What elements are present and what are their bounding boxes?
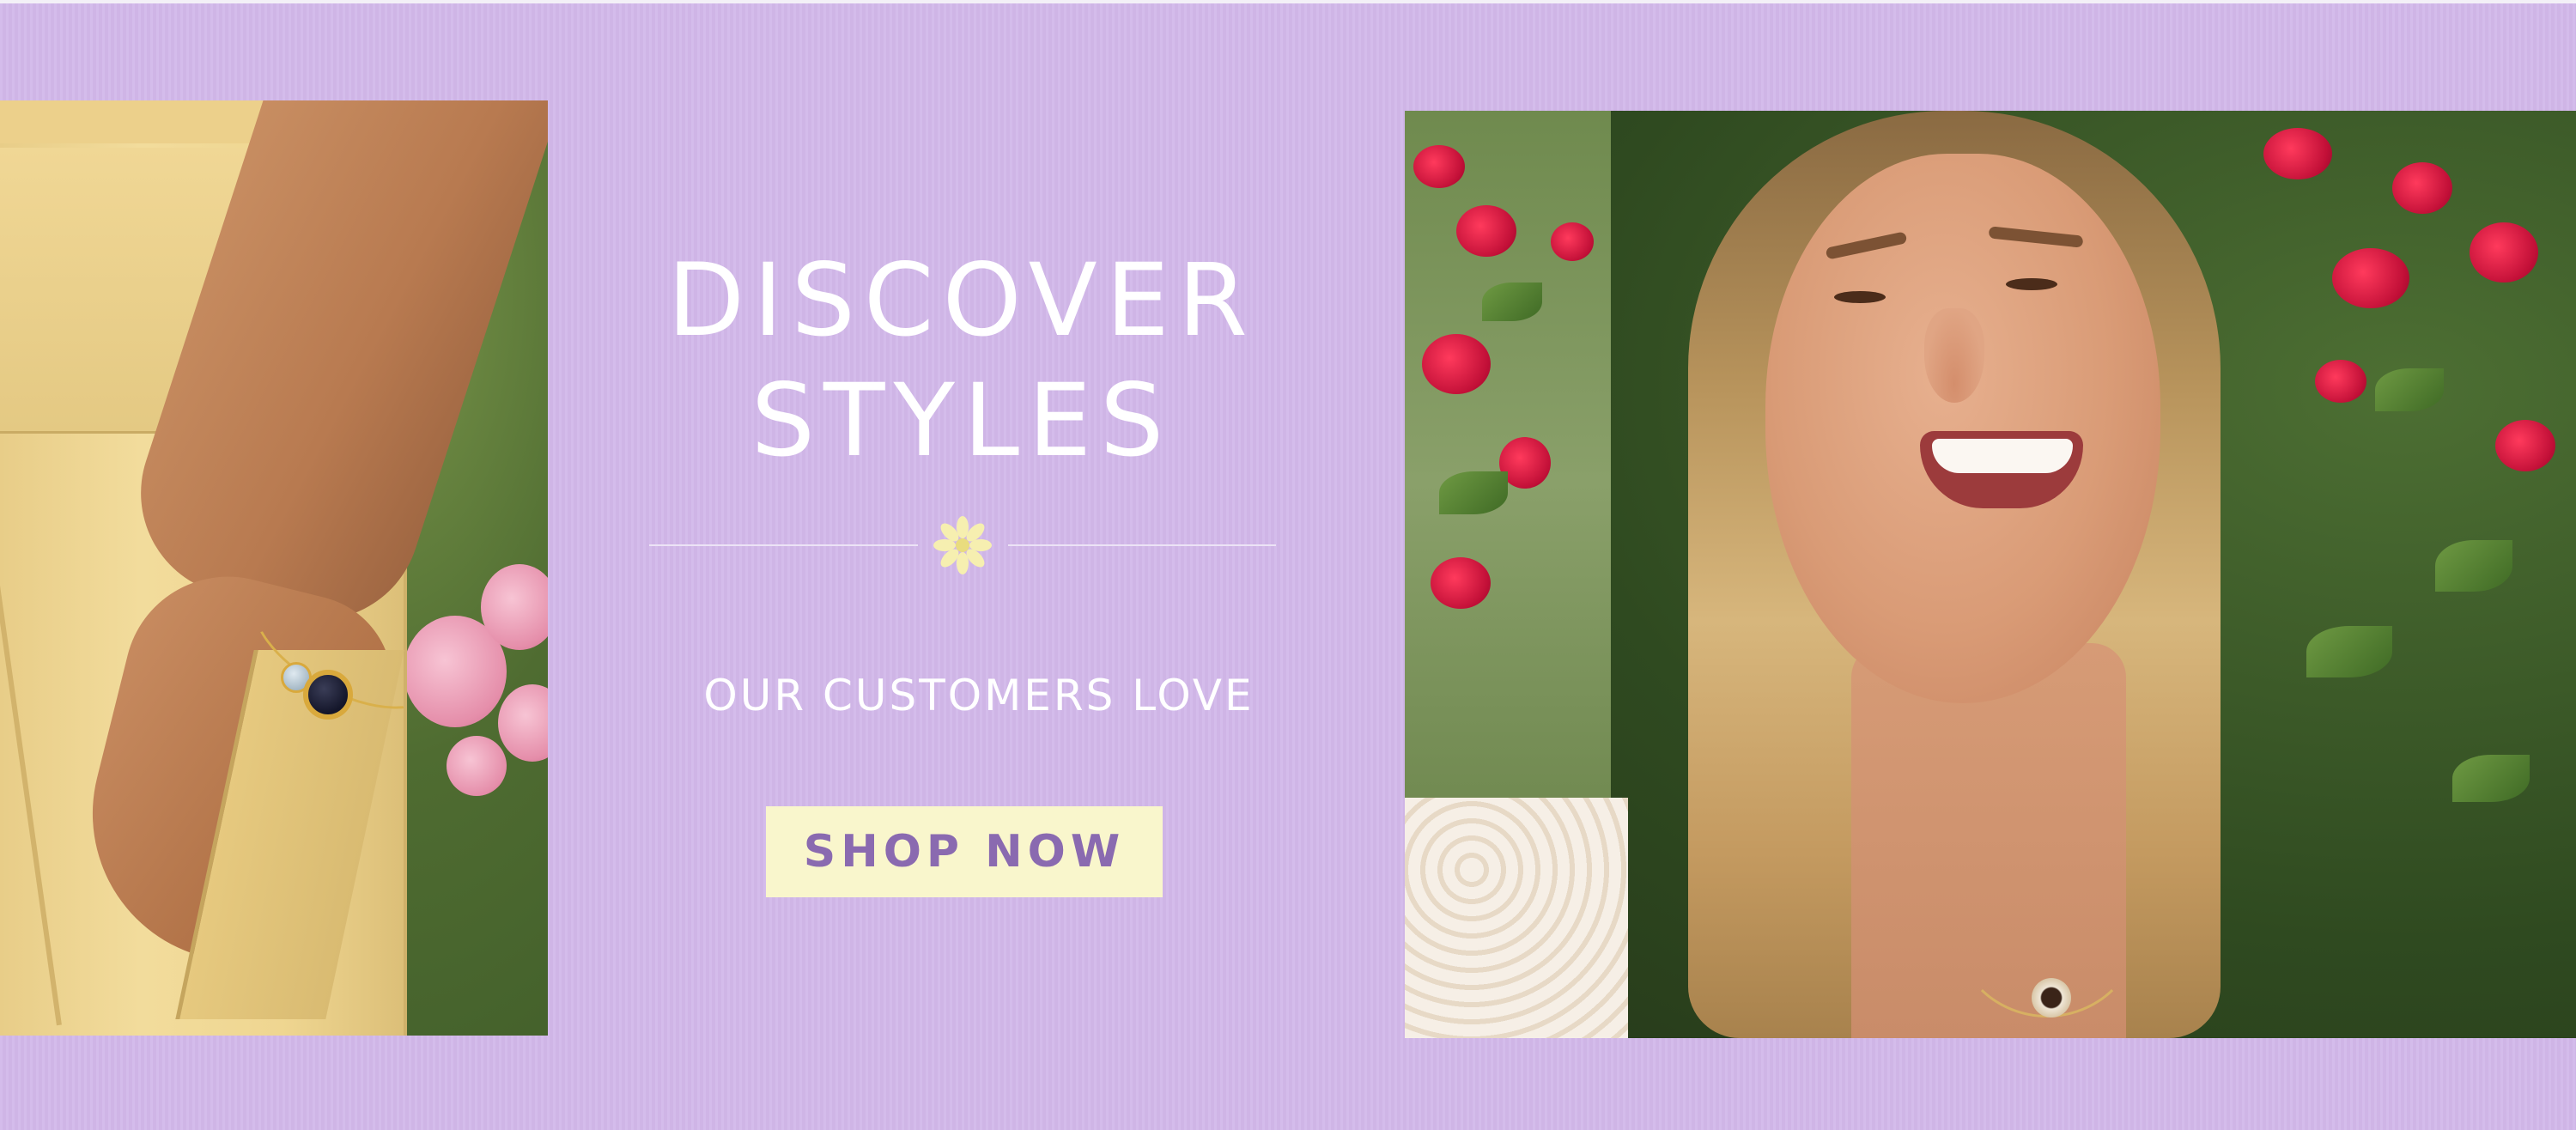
- shop-now-button[interactable]: SHOP NOW: [766, 806, 1163, 897]
- promo-banner: DISCOVER STYLES OUR CUSTOMERS LOVE SHOP …: [0, 0, 2576, 1130]
- headline-line-1: DISCOVER: [667, 241, 1256, 359]
- red-bougainvillea: [1422, 334, 1491, 394]
- teeth: [1932, 439, 2073, 473]
- red-bougainvillea: [2495, 420, 2555, 471]
- smiling-woman-necklace-photo[interactable]: [1405, 111, 2576, 1038]
- red-bougainvillea: [2263, 128, 2332, 179]
- green-leaf: [2435, 540, 2512, 592]
- red-bougainvillea: [1431, 557, 1491, 609]
- flower-pendant: [2032, 978, 2071, 1018]
- pink-flower: [447, 736, 507, 796]
- red-bougainvillea: [1456, 205, 1516, 257]
- headline: DISCOVER STYLES: [635, 240, 1288, 481]
- headline-line-2: STYLES: [750, 361, 1173, 479]
- subheadline: OUR CUSTOMERS LOVE: [703, 671, 1255, 720]
- top-edge: [0, 0, 2576, 3]
- red-bougainvillea: [2392, 162, 2452, 214]
- bracelet-stone-charm: [303, 670, 353, 720]
- divider-line-right: [1008, 544, 1276, 546]
- eye: [1834, 291, 1886, 303]
- red-bougainvillea: [1413, 145, 1465, 188]
- divider-line-left: [649, 544, 918, 546]
- eye: [2006, 278, 2057, 290]
- red-bougainvillea: [2315, 360, 2366, 403]
- decorative-divider: [649, 515, 1276, 575]
- red-bougainvillea: [2332, 248, 2409, 308]
- hand-in-pocket-bracelet-photo[interactable]: [0, 100, 548, 1036]
- green-leaf: [2375, 368, 2444, 411]
- daisy-icon: [933, 516, 992, 574]
- green-leaf: [1439, 471, 1508, 514]
- green-leaf: [1482, 282, 1542, 321]
- woman-face: [1765, 154, 2160, 703]
- green-leaf: [2306, 626, 2392, 677]
- nose: [1924, 308, 1984, 403]
- red-bougainvillea: [1551, 222, 1594, 261]
- white-lace-top: [1405, 798, 1628, 1038]
- headline-block: DISCOVER STYLES: [635, 240, 1288, 481]
- green-leaf: [2452, 755, 2530, 802]
- red-bougainvillea: [2470, 222, 2538, 282]
